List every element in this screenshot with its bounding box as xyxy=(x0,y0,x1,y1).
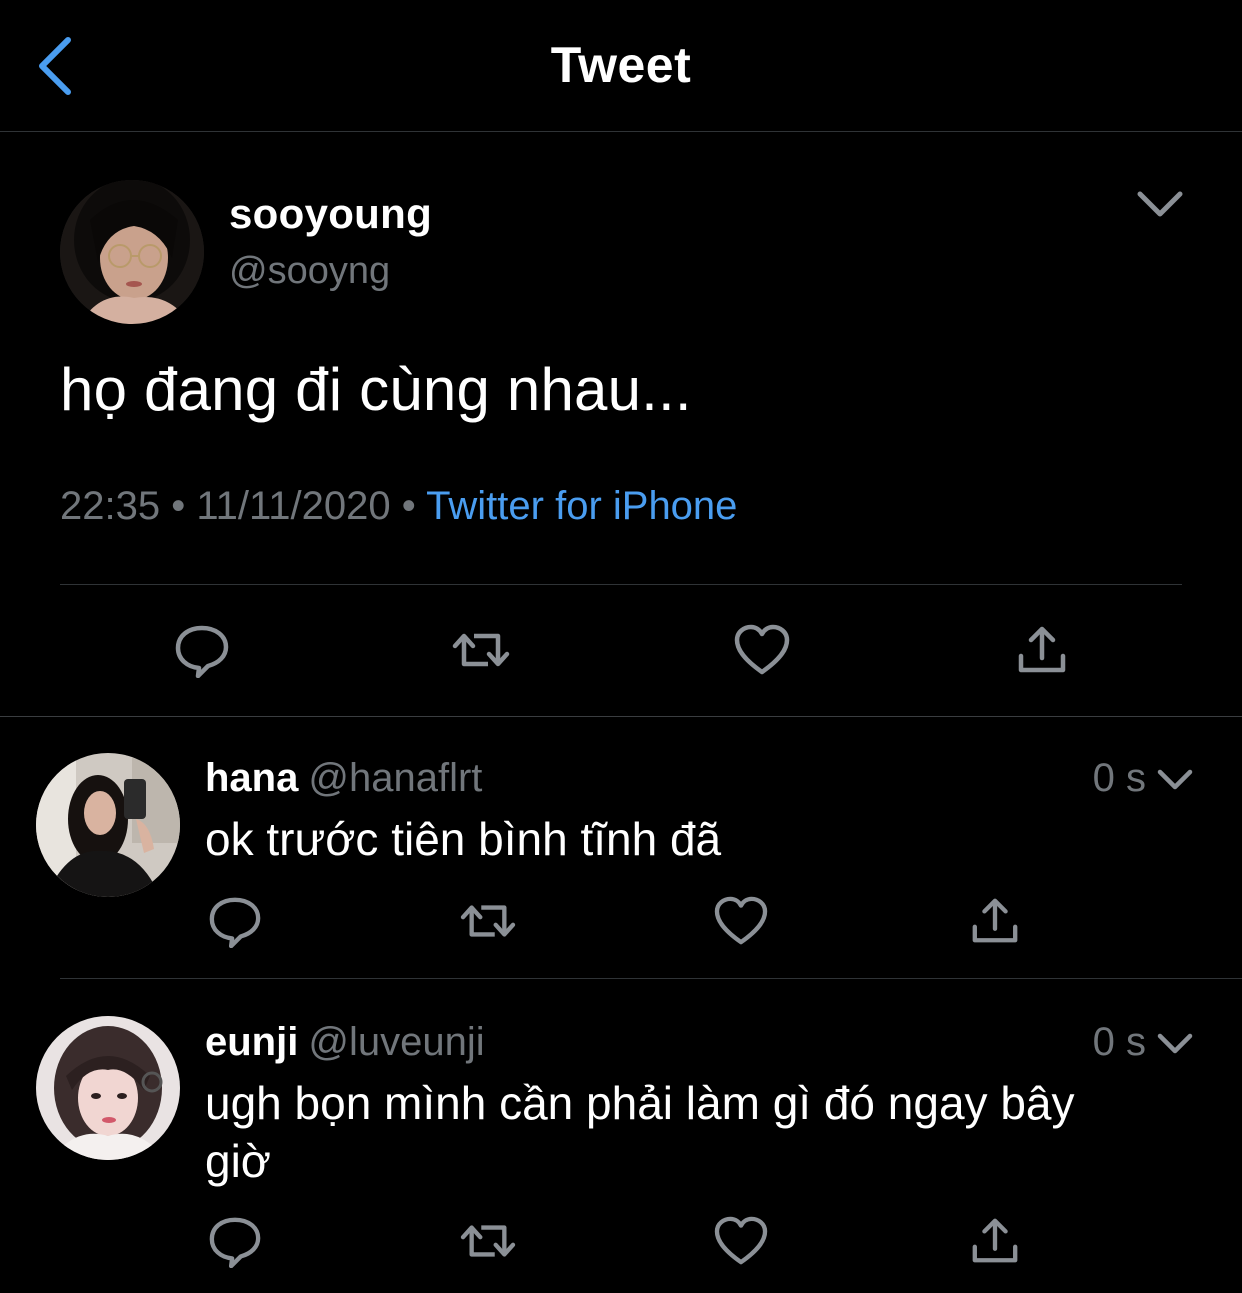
share-icon xyxy=(972,1218,1018,1263)
author-handle[interactable]: @sooyng xyxy=(229,250,390,293)
heart-icon xyxy=(714,896,768,945)
author-name[interactable]: sooyoung xyxy=(229,190,432,238)
share-button[interactable] xyxy=(1016,624,1068,676)
reply-icon xyxy=(209,897,261,948)
reply-options-button[interactable] xyxy=(1152,1026,1198,1062)
tweet-meta: 22:35 • 11/11/2020 • Twitter for iPhone xyxy=(60,484,737,529)
chevron-down-icon xyxy=(1157,1033,1193,1054)
chevron-down-icon xyxy=(1137,191,1183,217)
like-button[interactable] xyxy=(714,1216,768,1266)
top-bar: Tweet xyxy=(0,0,1242,132)
reply-avatar[interactable] xyxy=(36,753,180,897)
reply-avatar[interactable] xyxy=(36,1016,180,1160)
reply-author-name[interactable]: eunji xyxy=(205,1020,298,1064)
reply-author-handle[interactable]: @hanaflrt xyxy=(308,756,482,800)
reply-button[interactable] xyxy=(208,894,262,948)
meta-separator: • xyxy=(171,484,186,528)
meta-separator: • xyxy=(401,484,416,528)
chevron-down-icon xyxy=(1157,769,1193,790)
reply-author[interactable]: eunji @luveunji xyxy=(205,1020,485,1065)
divider xyxy=(60,584,1182,585)
heart-icon xyxy=(734,624,790,675)
divider xyxy=(60,978,1242,979)
reply-options-button[interactable] xyxy=(1152,762,1198,798)
reply-button[interactable] xyxy=(208,1214,262,1268)
tweet-date: 11/11/2020 xyxy=(196,484,391,528)
tweet-source-link[interactable]: Twitter for iPhone xyxy=(426,484,737,528)
heart-icon xyxy=(714,1216,768,1265)
retweet-button[interactable] xyxy=(460,896,516,946)
reply-icon xyxy=(209,1217,261,1268)
reply-icon xyxy=(175,625,229,678)
author-avatar[interactable] xyxy=(60,180,204,324)
reply-author[interactable]: hana @hanaflrt xyxy=(205,756,482,801)
reply-button[interactable] xyxy=(174,622,230,678)
share-button[interactable] xyxy=(970,1216,1020,1266)
reply-author-handle[interactable]: @luveunji xyxy=(308,1020,484,1064)
share-icon xyxy=(972,898,1018,943)
reply-timestamp: 0 s xyxy=(1092,756,1146,800)
page-title: Tweet xyxy=(550,37,692,93)
reply-author-name[interactable]: hana xyxy=(205,756,298,800)
reply-timestamp: 0 s xyxy=(1092,1020,1146,1064)
like-button[interactable] xyxy=(714,896,768,946)
retweet-button[interactable] xyxy=(452,624,510,676)
tweet-text: họ đang đi cùng nhau... xyxy=(60,356,692,423)
share-icon xyxy=(1018,626,1066,673)
reply-text: ugh bọn mình cần phải làm gì đó ngay bây… xyxy=(205,1077,1075,1187)
retweet-button[interactable] xyxy=(460,1216,516,1266)
like-button[interactable] xyxy=(734,624,790,676)
retweet-icon xyxy=(460,1225,516,1257)
retweet-icon xyxy=(460,905,516,937)
section-divider xyxy=(0,716,1242,717)
reply-text: ok trước tiên bình tĩnh đã xyxy=(205,813,722,865)
retweet-icon xyxy=(452,633,510,667)
tweet-time: 22:35 xyxy=(60,484,161,528)
tweet-options-button[interactable] xyxy=(1128,180,1192,228)
share-button[interactable] xyxy=(970,896,1020,946)
